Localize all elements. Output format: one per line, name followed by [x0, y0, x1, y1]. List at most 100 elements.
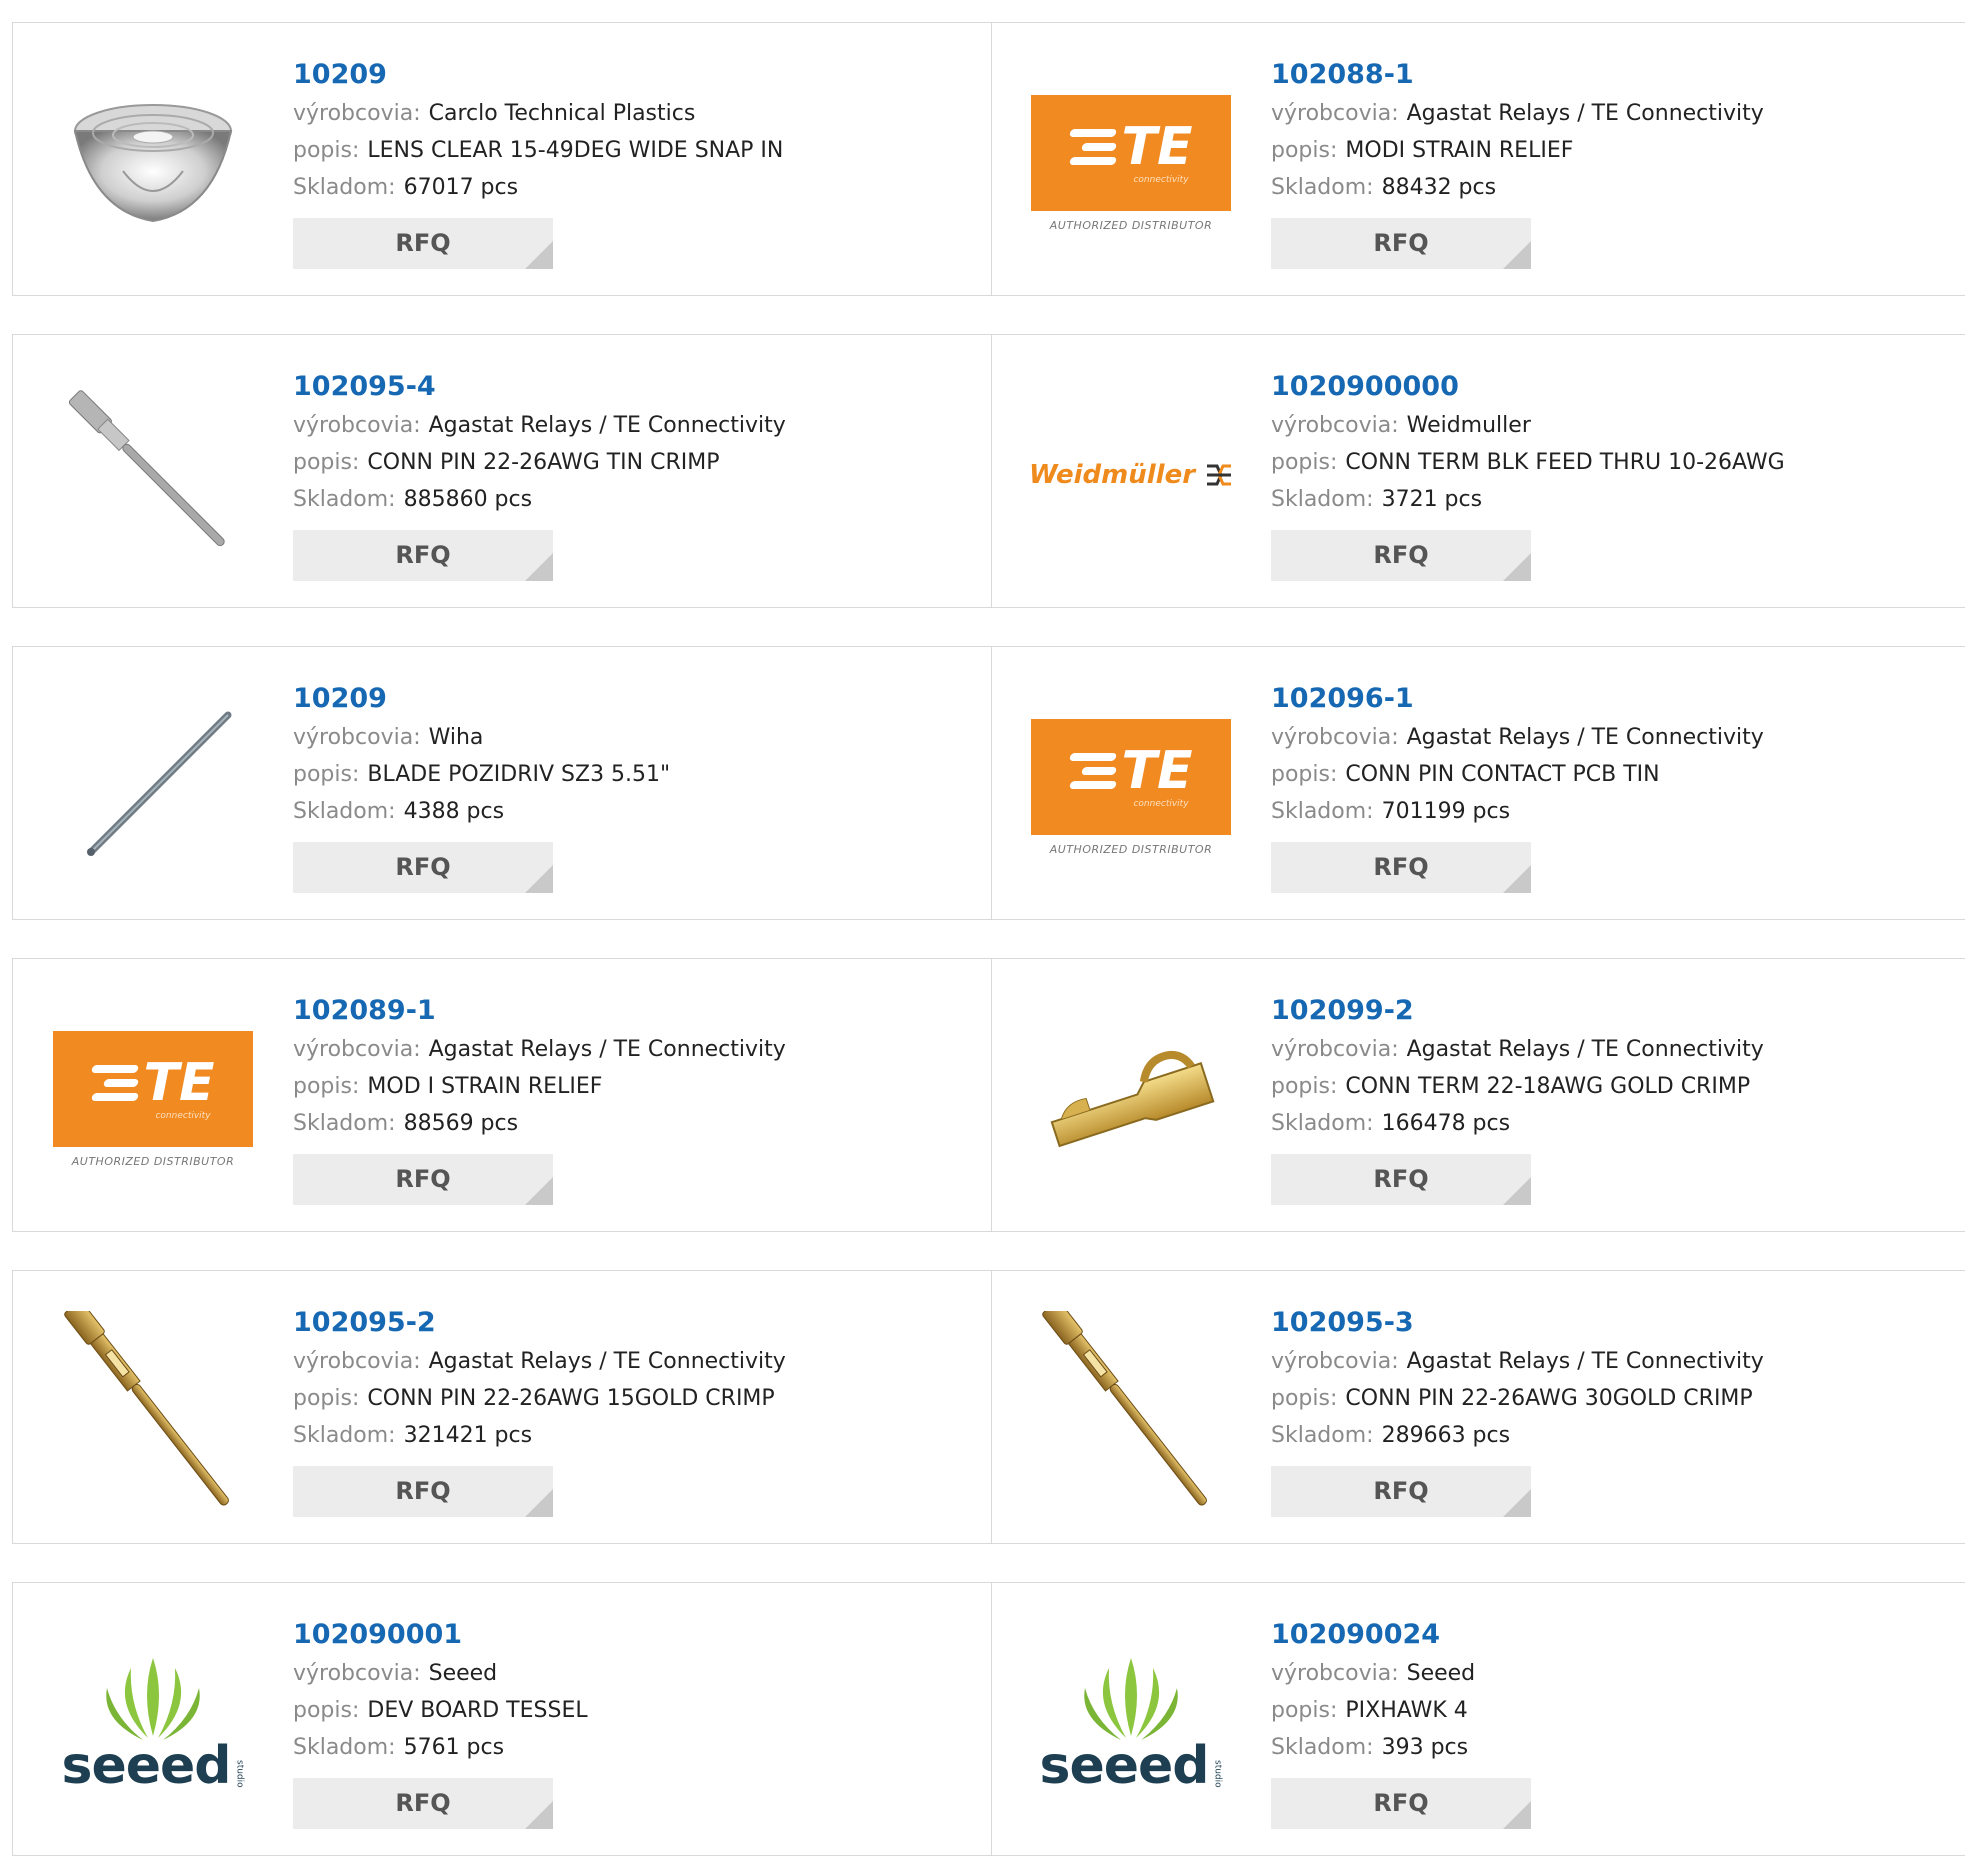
part-number-link[interactable]: 10209	[293, 679, 971, 719]
stock-value: 67017 pcs	[403, 175, 519, 200]
product-thumbnail	[53, 687, 253, 887]
manufacturer-label: výrobcovia:	[293, 1037, 421, 1062]
screwdriver-blade-image	[53, 687, 253, 887]
stock-value: 166478 pcs	[1381, 1111, 1511, 1136]
rfq-button[interactable]: RFQ	[293, 842, 553, 893]
description-value: LENS CLEAR 15-49DEG WIDE SNAP IN	[367, 138, 784, 163]
rfq-button-label: RFQ	[395, 1165, 451, 1193]
description-line: popis: LENS CLEAR 15-49DEG WIDE SNAP IN	[293, 132, 971, 169]
stock-line: Skladom: 5761 pcs	[293, 1729, 971, 1766]
product-card: TE connectivity AUTHORIZED DISTRIBUTOR 1020…	[13, 959, 992, 1231]
rfq-corner-decoration	[1503, 865, 1531, 893]
part-number-link[interactable]: 102099-2	[1271, 991, 1946, 1031]
manufacturer-label: výrobcovia:	[1271, 413, 1399, 438]
rfq-button[interactable]: RFQ	[293, 1154, 553, 1205]
rfq-button[interactable]: RFQ	[293, 218, 553, 269]
part-number-link[interactable]: 102095-4	[293, 367, 971, 407]
gold-terminal-image	[1031, 999, 1231, 1199]
rfq-button[interactable]: RFQ	[1271, 530, 1531, 581]
manufacturer-label: výrobcovia:	[1271, 1037, 1399, 1062]
stock-value: 289663 pcs	[1381, 1423, 1511, 1448]
manufacturer-value: Agastat Relays / TE Connectivity	[428, 1037, 786, 1062]
rfq-button-label: RFQ	[1373, 229, 1429, 257]
te-logo-sub: connectivity	[1133, 174, 1189, 185]
rfq-button-label: RFQ	[1373, 1477, 1429, 1505]
rfq-button[interactable]: RFQ	[1271, 1154, 1531, 1205]
product-row: seeed studio 102090001 výrobcovia: Seeed popi…	[12, 1582, 1965, 1856]
rfq-button[interactable]: RFQ	[1271, 1466, 1531, 1517]
product-card: 102095-4 výrobcovia: Agastat Relays / TE C…	[13, 335, 992, 607]
description-line: popis: CONN TERM BLK FEED THRU 10-26AWG	[1271, 444, 1946, 481]
product-card: Weidmüller 1020900000 výrobcovia: Weidmulle…	[991, 335, 1965, 607]
stock-value: 885860 pcs	[403, 487, 533, 512]
stock-label: Skladom:	[1271, 1423, 1374, 1448]
part-number-link[interactable]: 102095-2	[293, 1303, 971, 1343]
rfq-corner-decoration	[525, 241, 553, 269]
product-info: 102095-4 výrobcovia: Agastat Relays / TE C…	[293, 367, 971, 581]
manufacturer-line: výrobcovia: Carclo Technical Plastics	[293, 95, 971, 132]
part-number-link[interactable]: 102090024	[1271, 1615, 1946, 1655]
product-thumbnail	[1031, 999, 1231, 1199]
rfq-button[interactable]: RFQ	[293, 530, 553, 581]
product-info: 102090024 výrobcovia: Seeed popis: PIXHAWK 4…	[1271, 1615, 1946, 1829]
manufacturer-line: výrobcovia: Weidmuller	[1271, 407, 1946, 444]
stock-label: Skladom:	[1271, 799, 1374, 824]
rfq-button[interactable]: RFQ	[1271, 842, 1531, 893]
manufacturer-value: Agastat Relays / TE Connectivity	[1406, 1037, 1764, 1062]
rfq-button[interactable]: RFQ	[1271, 218, 1531, 269]
rfq-button[interactable]: RFQ	[1271, 1778, 1531, 1829]
product-info: 102095-3 výrobcovia: Agastat Relays / TE C…	[1271, 1303, 1946, 1517]
rfq-button-label: RFQ	[1373, 1165, 1429, 1193]
stock-line: Skladom: 321421 pcs	[293, 1417, 971, 1454]
rfq-corner-decoration	[525, 1489, 553, 1517]
rfq-corner-decoration	[525, 1801, 553, 1829]
seeed-logo-sub: studio	[234, 1760, 245, 1788]
stock-label: Skladom:	[1271, 175, 1374, 200]
part-number-link[interactable]: 1020900000	[1271, 367, 1946, 407]
rfq-corner-decoration	[1503, 1489, 1531, 1517]
product-thumbnail: TE connectivity AUTHORIZED DISTRIBUTOR	[1031, 687, 1231, 887]
part-number-link[interactable]: 102089-1	[293, 991, 971, 1031]
description-label: popis:	[1271, 762, 1338, 787]
product-row: 102095-4 výrobcovia: Agastat Relays / TE C…	[12, 334, 1965, 608]
stock-line: Skladom: 166478 pcs	[1271, 1105, 1946, 1142]
description-label: popis:	[293, 138, 360, 163]
te-logo-sub: connectivity	[1133, 798, 1189, 809]
product-card: 10209 výrobcovia: Wiha popis: BLADE POZIDRIV…	[13, 647, 992, 919]
manufacturer-label: výrobcovia:	[293, 725, 421, 750]
te-logo-tagline: AUTHORIZED DISTRIBUTOR	[1049, 218, 1213, 232]
manufacturer-label: výrobcovia:	[293, 101, 421, 126]
seeed-logo-name: seeed	[61, 1736, 232, 1796]
stock-value: 3721 pcs	[1381, 487, 1483, 512]
manufacturer-line: výrobcovia: Seeed	[1271, 1655, 1946, 1692]
description-value: PIXHAWK 4	[1345, 1698, 1468, 1723]
rfq-corner-decoration	[1503, 241, 1531, 269]
part-number-link[interactable]: 102096-1	[1271, 679, 1946, 719]
te-logo-tagline: AUTHORIZED DISTRIBUTOR	[71, 1154, 235, 1168]
silver-pin-image	[53, 375, 253, 575]
rfq-button[interactable]: RFQ	[293, 1466, 553, 1517]
description-line: popis: BLADE POZIDRIV SZ3 5.51"	[293, 756, 971, 793]
product-card: 102095-2 výrobcovia: Agastat Relays / TE C…	[13, 1271, 992, 1543]
rfq-button-label: RFQ	[395, 229, 451, 257]
rfq-corner-decoration	[525, 553, 553, 581]
product-info: 102096-1 výrobcovia: Agastat Relays / TE C…	[1271, 679, 1946, 893]
seeed-logo: seeed studio	[61, 1654, 245, 1796]
part-number-link[interactable]: 102095-3	[1271, 1303, 1946, 1343]
description-label: popis:	[1271, 138, 1338, 163]
product-info: 102095-2 výrobcovia: Agastat Relays / TE C…	[293, 1303, 971, 1517]
product-grid: 10209 výrobcovia: Carclo Technical Plastic…	[0, 0, 1965, 1856]
rfq-button[interactable]: RFQ	[293, 1778, 553, 1829]
description-value: CONN TERM 22-18AWG GOLD CRIMP	[1345, 1074, 1751, 1099]
part-number-link[interactable]: 102088-1	[1271, 55, 1946, 95]
rfq-button-label: RFQ	[1373, 853, 1429, 881]
manufacturer-line: výrobcovia: Agastat Relays / TE Connectiv…	[1271, 95, 1946, 132]
product-thumbnail	[53, 1311, 253, 1511]
part-number-link[interactable]: 10209	[293, 55, 971, 95]
manufacturer-value: Agastat Relays / TE Connectivity	[1406, 725, 1764, 750]
manufacturer-line: výrobcovia: Agastat Relays / TE Connectiv…	[293, 407, 971, 444]
manufacturer-value: Agastat Relays / TE Connectivity	[1406, 101, 1764, 126]
part-number-link[interactable]: 102090001	[293, 1615, 971, 1655]
description-value: MOD I STRAIN RELIEF	[367, 1074, 603, 1099]
stock-value: 88569 pcs	[403, 1111, 519, 1136]
